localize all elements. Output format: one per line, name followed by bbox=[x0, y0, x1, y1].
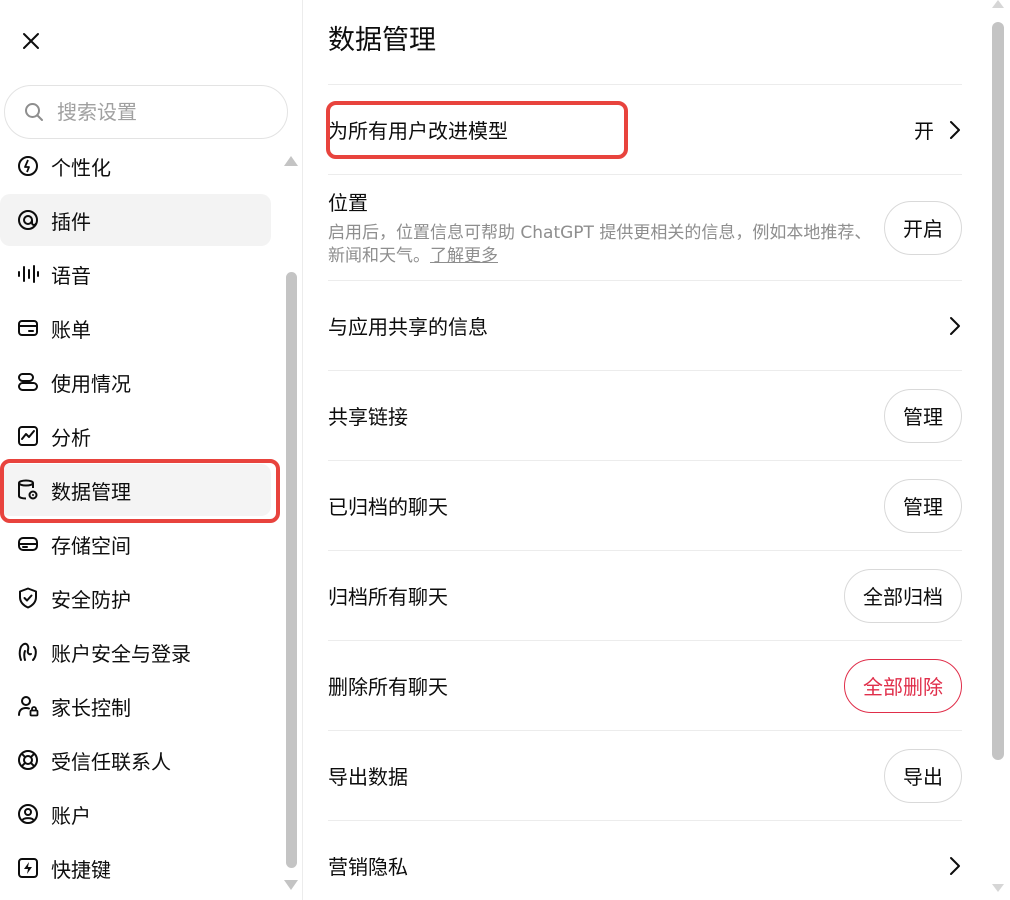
storage-drive-icon bbox=[16, 532, 40, 556]
export-data-row: 导出数据 导出 bbox=[328, 730, 962, 820]
improve-model-value: 开 bbox=[914, 119, 934, 143]
learn-more-link[interactable]: 了解更多 bbox=[430, 246, 498, 266]
sidebar-item-label: 安全防护 bbox=[51, 587, 131, 612]
sidebar-nav: 个性化 插件 语音 账单 使用情况 分析 数据管理 存储空间 安全防护 账户安全… bbox=[0, 140, 280, 900]
archive-all-row: 归档所有聊天 全部归档 bbox=[328, 550, 962, 640]
sidebar-item-security-login[interactable]: 账户安全与登录 bbox=[0, 626, 271, 678]
sidebar-item-label: 账单 bbox=[51, 317, 91, 342]
chevron-right-icon bbox=[948, 316, 962, 336]
sidebar-item-label: 存储空间 bbox=[51, 533, 131, 558]
sidebar-item-data-controls[interactable]: 数据管理 bbox=[0, 464, 271, 516]
chevron-right-icon bbox=[948, 856, 962, 876]
shared-links-row: 共享链接 管理 bbox=[328, 370, 962, 460]
sidebar-item-safety[interactable]: 安全防护 bbox=[0, 572, 271, 624]
sidebar-item-voice[interactable]: 语音 bbox=[0, 248, 271, 300]
billing-card-icon bbox=[16, 316, 40, 340]
plugin-icon bbox=[16, 208, 40, 232]
sidebar-item-shortcuts[interactable]: 快捷键 bbox=[0, 842, 271, 894]
shared-info-row[interactable]: 与应用共享的信息 bbox=[328, 280, 962, 370]
sidebar-item-label: 使用情况 bbox=[51, 371, 131, 396]
lifebuoy-icon bbox=[16, 748, 40, 772]
export-button[interactable]: 导出 bbox=[884, 748, 962, 803]
sidebar-item-account[interactable]: 账户 bbox=[0, 788, 271, 840]
sidebar-scrollbar-thumb[interactable] bbox=[286, 272, 297, 868]
sidebar-item-label: 家长控制 bbox=[51, 695, 131, 720]
sidebar-item-label: 语音 bbox=[51, 263, 91, 288]
shortcut-bolt-icon bbox=[16, 856, 40, 880]
sidebar-item-trusted-contacts[interactable]: 受信任联系人 bbox=[0, 734, 271, 786]
manage-archived-chats-button[interactable]: 管理 bbox=[884, 478, 962, 533]
close-icon bbox=[23, 33, 39, 49]
delete-all-row: 删除所有聊天 全部删除 bbox=[328, 640, 962, 730]
sidebar-item-label: 个性化 bbox=[51, 155, 111, 180]
scroll-down-arrow-icon[interactable] bbox=[284, 880, 298, 890]
sidebar-item-parental-controls[interactable]: 家长控制 bbox=[0, 680, 271, 732]
search-input[interactable] bbox=[57, 100, 257, 124]
settings-sidebar: 个性化 插件 语音 账单 bbox=[0, 0, 303, 900]
improve-model-row[interactable]: 为所有用户改进模型 开 bbox=[328, 84, 962, 174]
settings-window: 个性化 插件 语音 账单 bbox=[0, 0, 1010, 900]
sidebar-item-label: 账户安全与登录 bbox=[51, 641, 191, 666]
delete-all-button[interactable]: 全部删除 bbox=[844, 658, 962, 713]
sidebar-item-personalization[interactable]: 个性化 bbox=[0, 140, 271, 192]
delete-all-label: 删除所有聊天 bbox=[328, 675, 448, 699]
main-scroll-up-arrow-icon[interactable] bbox=[992, 0, 1004, 8]
sidebar-item-label: 账户 bbox=[51, 803, 91, 828]
export-data-label: 导出数据 bbox=[328, 765, 408, 789]
search-icon bbox=[25, 103, 43, 121]
location-enable-button[interactable]: 开启 bbox=[884, 200, 962, 255]
location-description: 启用后，位置信息可帮助 ChatGPT 提供更相关的信息，例如本地推荐、新闻和天… bbox=[328, 222, 873, 268]
shared-links-label: 共享链接 bbox=[328, 405, 408, 429]
sidebar-item-plugins[interactable]: 插件 bbox=[0, 194, 271, 246]
marketing-privacy-row[interactable]: 营销隐私 bbox=[328, 820, 962, 900]
main-scroll-down-arrow-icon[interactable] bbox=[992, 884, 1004, 892]
archive-all-label: 归档所有聊天 bbox=[328, 585, 448, 609]
location-description-text: 启用后，位置信息可帮助 ChatGPT 提供更相关的信息，例如本地推荐、新闻和天… bbox=[328, 223, 872, 266]
data-database-gear-icon bbox=[16, 478, 40, 502]
search-box[interactable] bbox=[4, 85, 288, 139]
shared-info-label: 与应用共享的信息 bbox=[328, 315, 488, 339]
sidebar-item-billing[interactable]: 账单 bbox=[0, 302, 271, 354]
close-button[interactable] bbox=[18, 28, 44, 54]
chevron-right-icon bbox=[948, 120, 962, 140]
page-title: 数据管理 bbox=[328, 25, 436, 56]
voice-wave-icon bbox=[16, 262, 40, 286]
sidebar-item-storage[interactable]: 存储空间 bbox=[0, 518, 271, 570]
location-label: 位置 bbox=[328, 191, 368, 215]
location-text-block: 位置 启用后，位置信息可帮助 ChatGPT 提供更相关的信息，例如本地推荐、新… bbox=[328, 187, 873, 268]
sidebar-item-label: 数据管理 bbox=[51, 479, 131, 504]
security-login-icon bbox=[16, 640, 40, 664]
parental-user-lock-icon bbox=[16, 694, 40, 718]
sidebar-item-label: 快捷键 bbox=[51, 857, 111, 882]
archive-all-button[interactable]: 全部归档 bbox=[844, 568, 962, 623]
location-row: 位置 启用后，位置信息可帮助 ChatGPT 提供更相关的信息，例如本地推荐、新… bbox=[328, 174, 962, 280]
usage-icon bbox=[16, 370, 40, 394]
analytics-chart-icon bbox=[16, 424, 40, 448]
sidebar-item-label: 受信任联系人 bbox=[51, 749, 171, 774]
sidebar-item-label: 插件 bbox=[51, 209, 91, 234]
improve-model-label: 为所有用户改进模型 bbox=[328, 119, 508, 143]
settings-main-panel: 数据管理 为所有用户改进模型 开 位置 启用后，位置信息可帮助 ChatGPT … bbox=[304, 0, 984, 900]
marketing-privacy-label: 营销隐私 bbox=[328, 855, 408, 879]
sidebar-item-label: 分析 bbox=[51, 425, 91, 450]
main-scrollbar-thumb[interactable] bbox=[992, 22, 1004, 760]
personalization-icon bbox=[16, 154, 40, 178]
archived-chats-row: 已归档的聊天 管理 bbox=[328, 460, 962, 550]
scroll-up-arrow-icon[interactable] bbox=[284, 156, 298, 166]
manage-shared-links-button[interactable]: 管理 bbox=[884, 388, 962, 443]
shield-check-icon bbox=[16, 586, 40, 610]
account-user-icon bbox=[16, 802, 40, 826]
sidebar-item-usage[interactable]: 使用情况 bbox=[0, 356, 271, 408]
sidebar-item-analytics[interactable]: 分析 bbox=[0, 410, 271, 462]
archived-chats-label: 已归档的聊天 bbox=[328, 495, 448, 519]
